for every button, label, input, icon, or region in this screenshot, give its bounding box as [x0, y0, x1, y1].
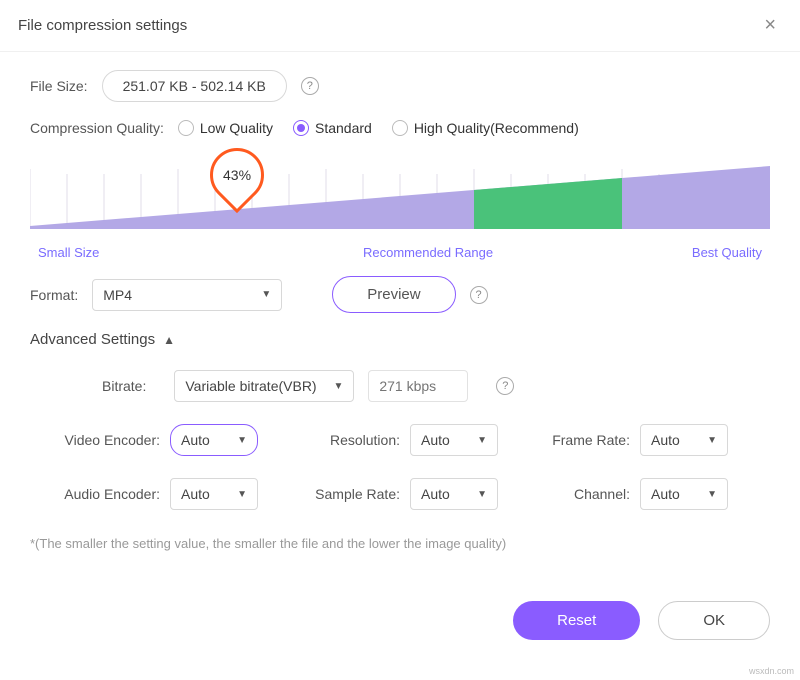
chevron-down-icon: ▼: [707, 435, 717, 446]
slider-label-recommended: Recommended Range: [363, 245, 493, 260]
reset-button[interactable]: Reset: [513, 601, 640, 640]
radio-icon: [178, 120, 194, 136]
bitrate-value: Variable bitrate(VBR): [185, 378, 316, 394]
audio-encoder-label: Audio Encoder:: [30, 486, 160, 502]
radio-high-quality[interactable]: High Quality(Recommend): [392, 120, 579, 136]
chevron-down-icon: ▼: [237, 435, 247, 446]
bitrate-row: Bitrate: Variable bitrate(VBR) ▼ ?: [30, 370, 770, 402]
slider-label-small: Small Size: [38, 245, 99, 260]
quality-radio-group: Low Quality Standard High Quality(Recomm…: [178, 120, 579, 136]
chevron-down-icon: ▼: [237, 489, 247, 500]
slider-labels: Small Size Recommended Range Best Qualit…: [30, 245, 770, 260]
advanced-settings-toggle[interactable]: Advanced Settings ▲: [30, 331, 770, 348]
preview-button[interactable]: Preview: [332, 276, 455, 313]
frame-rate-label: Frame Rate:: [540, 432, 630, 448]
quality-row: Compression Quality: Low Quality Standar…: [30, 120, 770, 136]
sample-rate-label: Sample Rate:: [300, 486, 400, 502]
file-size-value[interactable]: 251.07 KB - 502.14 KB: [102, 70, 287, 102]
format-row: Format: MP4 ▼ Preview ?: [30, 276, 770, 313]
channel-label: Channel:: [540, 486, 630, 502]
radio-standard[interactable]: Standard: [293, 120, 372, 136]
select-value: Auto: [181, 432, 210, 448]
chevron-down-icon: ▼: [333, 381, 343, 392]
settings-note: *(The smaller the setting value, the sma…: [30, 536, 770, 551]
bitrate-label: Bitrate:: [102, 378, 146, 394]
slider-label-best: Best Quality: [692, 245, 762, 260]
close-icon[interactable]: ×: [758, 12, 782, 39]
audio-encoder-select[interactable]: Auto ▼: [170, 478, 258, 510]
radio-label: Low Quality: [200, 120, 273, 136]
format-label: Format:: [30, 287, 78, 303]
radio-icon: [392, 120, 408, 136]
chevron-down-icon: ▼: [261, 289, 271, 300]
file-size-label: File Size:: [30, 78, 88, 94]
select-value: Auto: [421, 432, 450, 448]
resolution-label: Resolution:: [300, 432, 400, 448]
frame-rate-select[interactable]: Auto ▼: [640, 424, 728, 456]
advanced-grid: Video Encoder: Auto ▼ Resolution: Auto ▼…: [30, 424, 770, 510]
bitrate-input[interactable]: [368, 370, 468, 402]
radio-label: Standard: [315, 120, 372, 136]
format-value: MP4: [103, 287, 132, 303]
channel-select[interactable]: Auto ▼: [640, 478, 728, 510]
watermark: wsxdn.com: [749, 666, 794, 676]
help-icon[interactable]: ?: [470, 286, 488, 304]
resolution-select[interactable]: Auto ▼: [410, 424, 498, 456]
advanced-title: Advanced Settings: [30, 331, 155, 348]
slider-percent: 43%: [223, 167, 251, 183]
dialog-footer: Reset OK: [513, 601, 770, 640]
ok-button[interactable]: OK: [658, 601, 770, 640]
chevron-down-icon: ▼: [477, 435, 487, 446]
chevron-up-icon: ▲: [163, 333, 175, 347]
chevron-down-icon: ▼: [477, 489, 487, 500]
select-value: Auto: [421, 486, 450, 502]
radio-low-quality[interactable]: Low Quality: [178, 120, 273, 136]
slider-marker[interactable]: 43%: [210, 148, 264, 202]
video-encoder-label: Video Encoder:: [30, 432, 160, 448]
select-value: Auto: [181, 486, 210, 502]
format-select[interactable]: MP4 ▼: [92, 279, 282, 311]
dialog-content: File Size: 251.07 KB - 502.14 KB ? Compr…: [0, 52, 800, 551]
slider-track-icon: [30, 154, 770, 244]
radio-label: High Quality(Recommend): [414, 120, 579, 136]
dialog-title: File compression settings: [18, 17, 187, 34]
sample-rate-select[interactable]: Auto ▼: [410, 478, 498, 510]
select-value: Auto: [651, 486, 680, 502]
file-size-row: File Size: 251.07 KB - 502.14 KB ?: [30, 70, 770, 102]
help-icon[interactable]: ?: [301, 77, 319, 95]
video-encoder-select[interactable]: Auto ▼: [170, 424, 258, 456]
bitrate-select[interactable]: Variable bitrate(VBR) ▼: [174, 370, 354, 402]
radio-icon: [293, 120, 309, 136]
marker-bubble-icon: 43%: [199, 137, 275, 213]
dialog-header: File compression settings ×: [0, 0, 800, 52]
chevron-down-icon: ▼: [707, 489, 717, 500]
quality-label: Compression Quality:: [30, 120, 164, 136]
compression-slider[interactable]: 43% Small Size Recommended Range Best Qu…: [30, 154, 770, 264]
help-icon[interactable]: ?: [496, 377, 514, 395]
select-value: Auto: [651, 432, 680, 448]
